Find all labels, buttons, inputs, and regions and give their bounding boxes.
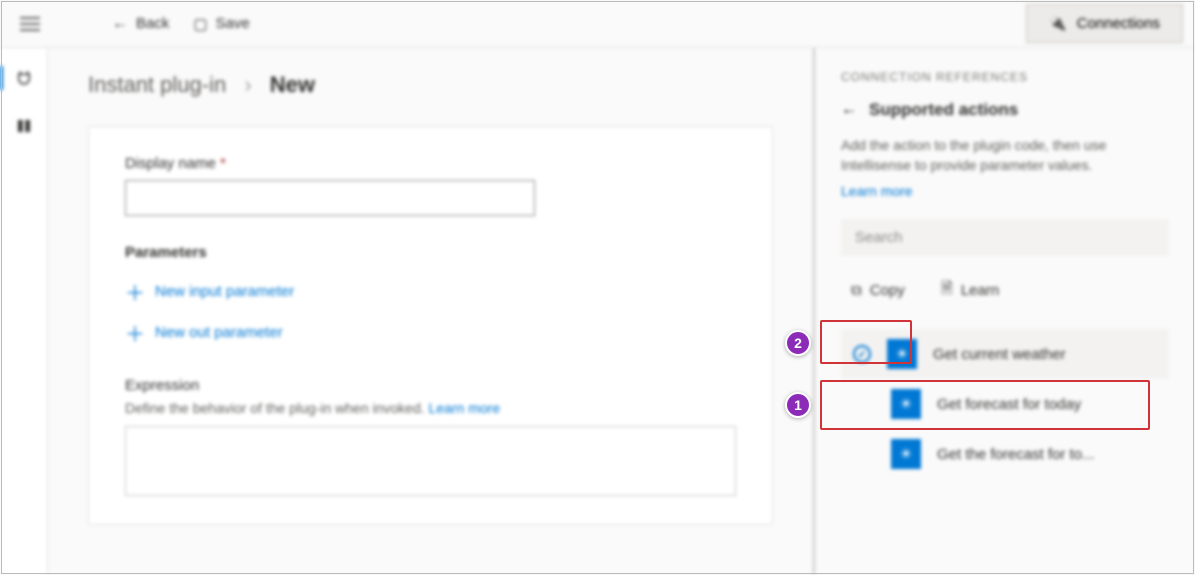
check-circle-icon: ✓ — [853, 345, 871, 363]
panel-description: Add the action to the plugin code, then … — [841, 136, 1169, 175]
save-button[interactable]: ▢ Save — [181, 7, 261, 41]
expression-help: Define the behavior of the plug-in when … — [125, 400, 736, 416]
action-label: Get current weather — [933, 346, 1066, 363]
plus-icon: ＋ — [125, 318, 145, 347]
action-item-get-current-weather[interactable]: ✓ ☀ Get current weather — [841, 329, 1169, 379]
back-button[interactable]: ← Back — [100, 7, 181, 41]
connection-references-panel: CONNECTION REFERENCES ← Supported action… — [815, 48, 1195, 575]
weather-icon: ☀ — [887, 339, 917, 369]
connections-button[interactable]: 🔌 Connections — [1026, 4, 1183, 43]
new-out-parameter-link[interactable]: ＋ New out parameter — [125, 312, 736, 353]
action-label: Get the forecast for to... — [937, 446, 1095, 463]
toolbar: ← Back ▢ Save 🔌 Connections — [0, 0, 1195, 48]
connections-label: Connections — [1077, 15, 1160, 32]
rail-item-columns[interactable] — [8, 112, 40, 140]
weather-icon: ☀ — [891, 439, 921, 469]
hamburger-icon[interactable] — [20, 23, 40, 25]
document-icon: 🗎 — [941, 278, 953, 303]
save-icon: ▢ — [193, 15, 207, 33]
display-name-label: Display name * — [125, 155, 736, 172]
copy-button[interactable]: ⧉ Copy — [841, 274, 915, 307]
breadcrumb: Instant plug-in › New — [88, 72, 773, 98]
display-name-input[interactable] — [125, 180, 535, 216]
plus-icon: ＋ — [125, 277, 145, 306]
action-label: Get forecast for today — [937, 396, 1081, 413]
action-item-get-forecast-today[interactable]: ☀ Get forecast for today — [841, 379, 1169, 429]
parameters-heading: Parameters — [125, 244, 736, 261]
weather-icon: ☀ — [891, 389, 921, 419]
panel-eyebrow: CONNECTION REFERENCES — [841, 70, 1169, 84]
back-arrow-icon[interactable]: ← — [841, 101, 857, 119]
form-card: Display name * Parameters ＋ New input pa… — [88, 126, 773, 525]
expression-label: Expression — [125, 377, 736, 394]
plug-icon: 🔌 — [1049, 15, 1066, 32]
back-label: Back — [136, 15, 169, 32]
chevron-right-icon: › — [244, 72, 251, 97]
panel-learn-more-link[interactable]: Learn more — [841, 183, 913, 199]
supported-actions-list: ✓ ☀ Get current weather ☀ Get forecast f… — [841, 329, 1169, 479]
search-input[interactable]: Search — [841, 219, 1169, 256]
expression-textarea[interactable] — [125, 426, 736, 496]
rail-item-plugin[interactable] — [8, 64, 40, 92]
expression-learn-link[interactable]: Learn more — [429, 400, 501, 416]
breadcrumb-current: New — [270, 72, 315, 97]
learn-button[interactable]: 🗎 Learn — [931, 270, 1009, 311]
arrow-left-icon: ← — [112, 15, 128, 33]
left-rail — [0, 48, 48, 575]
main-content: Instant plug-in › New Display name * Par… — [48, 48, 813, 575]
save-label: Save — [216, 15, 250, 32]
action-toolbar: ⧉ Copy 🗎 Learn — [841, 270, 1169, 311]
breadcrumb-parent[interactable]: Instant plug-in — [88, 72, 226, 97]
new-input-parameter-link[interactable]: ＋ New input parameter — [125, 271, 736, 312]
panel-title: Supported actions — [869, 100, 1018, 120]
copy-icon: ⧉ — [851, 282, 862, 299]
action-item-get-forecast-range[interactable]: ☀ Get the forecast for to... — [841, 429, 1169, 479]
